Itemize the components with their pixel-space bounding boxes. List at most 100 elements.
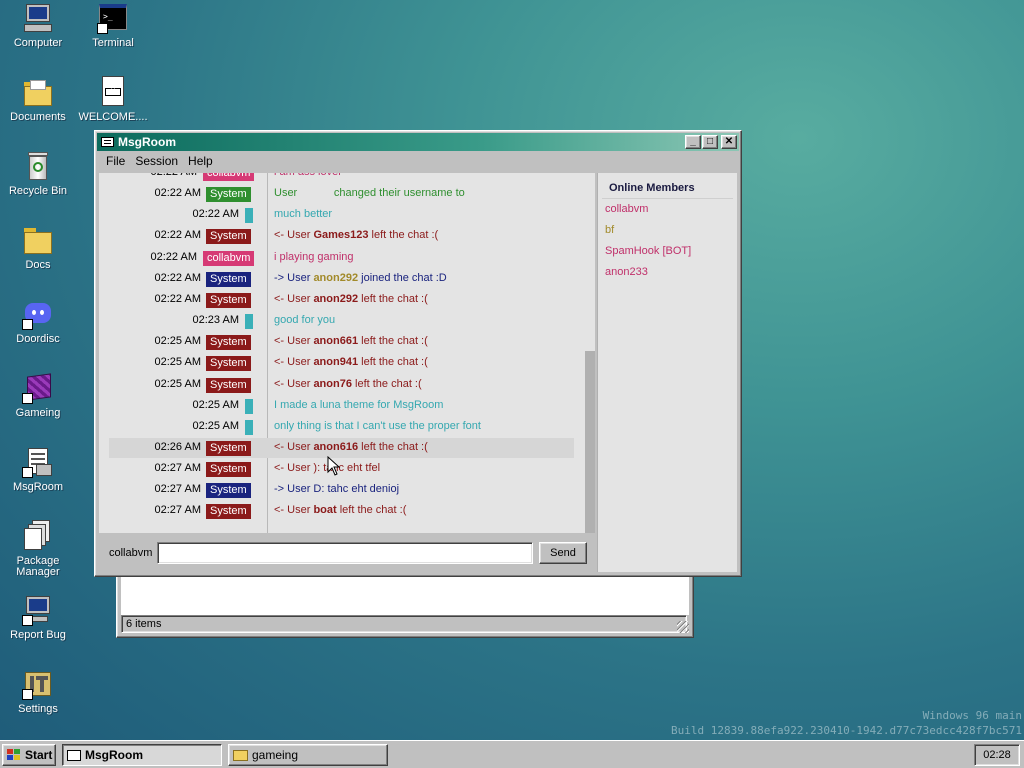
message-text: only thing is that I can't use the prope…: [274, 420, 481, 432]
message-text: i playing gaming: [274, 251, 354, 263]
task-msgroom[interactable]: MsgRoom: [62, 744, 222, 766]
message-text-part: left the chat :(: [358, 356, 428, 369]
message-text-part: anon76: [313, 377, 352, 390]
maximize-button[interactable]: □: [702, 135, 718, 149]
message-text: <- User anon661 left the chat :(: [274, 335, 428, 347]
message-text: <- User anon292 left the chat :(: [274, 293, 428, 305]
member-item[interactable]: collabvm: [598, 199, 737, 220]
cube-icon: [22, 372, 54, 404]
send-button[interactable]: Send: [539, 542, 587, 564]
message-input[interactable]: [157, 542, 533, 564]
message-time: 02:23 AM: [192, 314, 239, 327]
explorer-content[interactable]: [121, 575, 689, 615]
username-badge: collabvm: [203, 250, 255, 266]
system-badge: System: [206, 440, 251, 456]
message-text: I made a luna theme for MsgRoom: [274, 399, 443, 411]
message-row: 02:27 AM System <- User boat left the chat…: [109, 501, 574, 521]
online-members-header: Online Members: [602, 173, 733, 199]
menu-session[interactable]: Session: [130, 154, 183, 168]
scrollbar-thumb[interactable]: [585, 351, 595, 533]
message-row: 02:22 AM System User changed their usernam…: [109, 184, 574, 204]
message-list[interactable]: 02:22 AMcollabvmi am ass lover02:22 AMSy…: [99, 173, 595, 533]
discord-icon: [22, 298, 54, 330]
desktop-icon-doordisc[interactable]: Doordisc: [2, 298, 74, 345]
user-color-badge: [245, 314, 253, 330]
desktop-icon-label: Computer: [13, 37, 63, 49]
nickname-label[interactable]: collabvm: [109, 547, 152, 559]
message-text-part: anon292: [313, 271, 359, 284]
system-badge: System: [206, 229, 251, 245]
message-text-part: boat: [313, 504, 337, 517]
msgroom-icon: [22, 446, 54, 478]
message-scrollbar[interactable]: [585, 173, 595, 533]
taskbar: Start MsgRoom gameing 02:28: [0, 740, 1024, 768]
desktop-icon-msgroom[interactable]: MsgRoom: [2, 446, 74, 493]
terminal-icon: >_: [97, 2, 129, 34]
build-watermark-line2: Build 12839.88efa922.230410-1942.d77c73e…: [671, 724, 1022, 737]
message-time: 02:27 AM: [154, 462, 201, 475]
desktop-icon-documents[interactable]: Documents: [2, 76, 74, 123]
message-row: 02:22 AM System <- User Games123 left the …: [109, 226, 574, 246]
desktop-icon-report-bug[interactable]: Report Bug: [2, 594, 74, 641]
message-input-row: collabvm Send: [99, 533, 595, 572]
task-gameing[interactable]: gameing: [228, 744, 388, 766]
message-row: 02:22 AM much better: [109, 205, 574, 225]
message-time: 02:22 AM: [154, 292, 201, 305]
task-label: gameing: [252, 748, 299, 762]
window-titlebar[interactable]: MsgRoom _ □ ✕: [97, 133, 739, 151]
desktop-icon-label: Documents: [10, 111, 66, 123]
user-color-badge: [245, 208, 253, 224]
message-row: 02:26 AM System <- User anon616 left the c…: [109, 437, 574, 458]
message-text-part: left the chat :(: [336, 504, 407, 517]
start-button[interactable]: Start: [2, 744, 56, 766]
member-item[interactable]: bf: [598, 220, 737, 241]
message-text-part: <- User: [274, 440, 314, 453]
message-row: 02:25 AM System <- User anon76 left the ch…: [109, 375, 574, 395]
desktop-icon-settings[interactable]: Settings: [2, 668, 74, 715]
message-row: 02:22 AM System <- User anon292 left the c…: [109, 290, 574, 310]
message-text-part: anon941: [313, 356, 359, 369]
close-button[interactable]: ✕: [721, 135, 737, 149]
desktop-icon-welcome[interactable]: M WELCOME....: [77, 76, 149, 123]
message-time: 02:25 AM: [192, 419, 239, 432]
desktop-icon-label: MsgRoom: [12, 481, 64, 493]
message-time: 02:27 AM: [154, 504, 201, 517]
message-text-part: i am ass lover: [274, 173, 342, 178]
minimize-button[interactable]: _: [685, 135, 701, 149]
member-item[interactable]: anon233: [598, 262, 737, 283]
desktop-icon-label: Package Manager: [16, 555, 60, 578]
message-row: 02:22 AM System -> User anon292 joined the…: [109, 269, 574, 289]
recycle-bin-icon: [22, 150, 54, 182]
desktop-icon-label: Settings: [18, 703, 58, 715]
desktop-icon-docs[interactable]: Docs: [2, 224, 74, 271]
desktop-icon-label: Doordisc: [16, 333, 60, 345]
resize-grip-icon[interactable]: [677, 621, 689, 633]
message-time: 02:25 AM: [192, 398, 239, 411]
message-time: 02:25 AM: [154, 335, 201, 348]
desktop-icon-gameing[interactable]: Gameing: [2, 372, 74, 419]
desktop-icon-package-manager[interactable]: Package Manager: [2, 520, 74, 578]
msgroom-window[interactable]: MsgRoom _ □ ✕ File Session Help 02:22 AM…: [94, 130, 742, 577]
desktop-icon-computer[interactable]: Computer: [2, 2, 74, 49]
desktop-icon-terminal[interactable]: >_ Terminal: [77, 2, 149, 49]
msgroom-title-icon: [101, 137, 114, 147]
menu-help[interactable]: Help: [183, 154, 218, 168]
message-text-part: left the chat :(: [358, 292, 428, 305]
message-time: 02:22 AM: [154, 229, 201, 242]
desktop-icon-recycle-bin[interactable]: Recycle Bin: [2, 150, 74, 197]
computer-icon: [22, 2, 54, 34]
member-item[interactable]: SpamHook [BOT]: [598, 241, 737, 262]
menu-file[interactable]: File: [101, 154, 130, 168]
start-label: Start: [25, 748, 53, 762]
system-badge: System: [206, 462, 251, 478]
user-color-badge: [245, 419, 253, 435]
message-row: 02:25 AM System <- User anon941 left the c…: [109, 353, 574, 373]
message-text-part: left the chat :(: [368, 229, 439, 242]
message-text-part: <- User: [274, 335, 314, 348]
package-icon: [22, 520, 54, 552]
settings-icon: [22, 668, 54, 700]
system-badge: System: [206, 377, 251, 393]
folder-task-icon: [233, 749, 248, 761]
message-text: <- User anon941 left the chat :(: [274, 356, 428, 368]
message-row: 02:27 AM System <- User ): tahc eht tfel: [109, 459, 574, 479]
